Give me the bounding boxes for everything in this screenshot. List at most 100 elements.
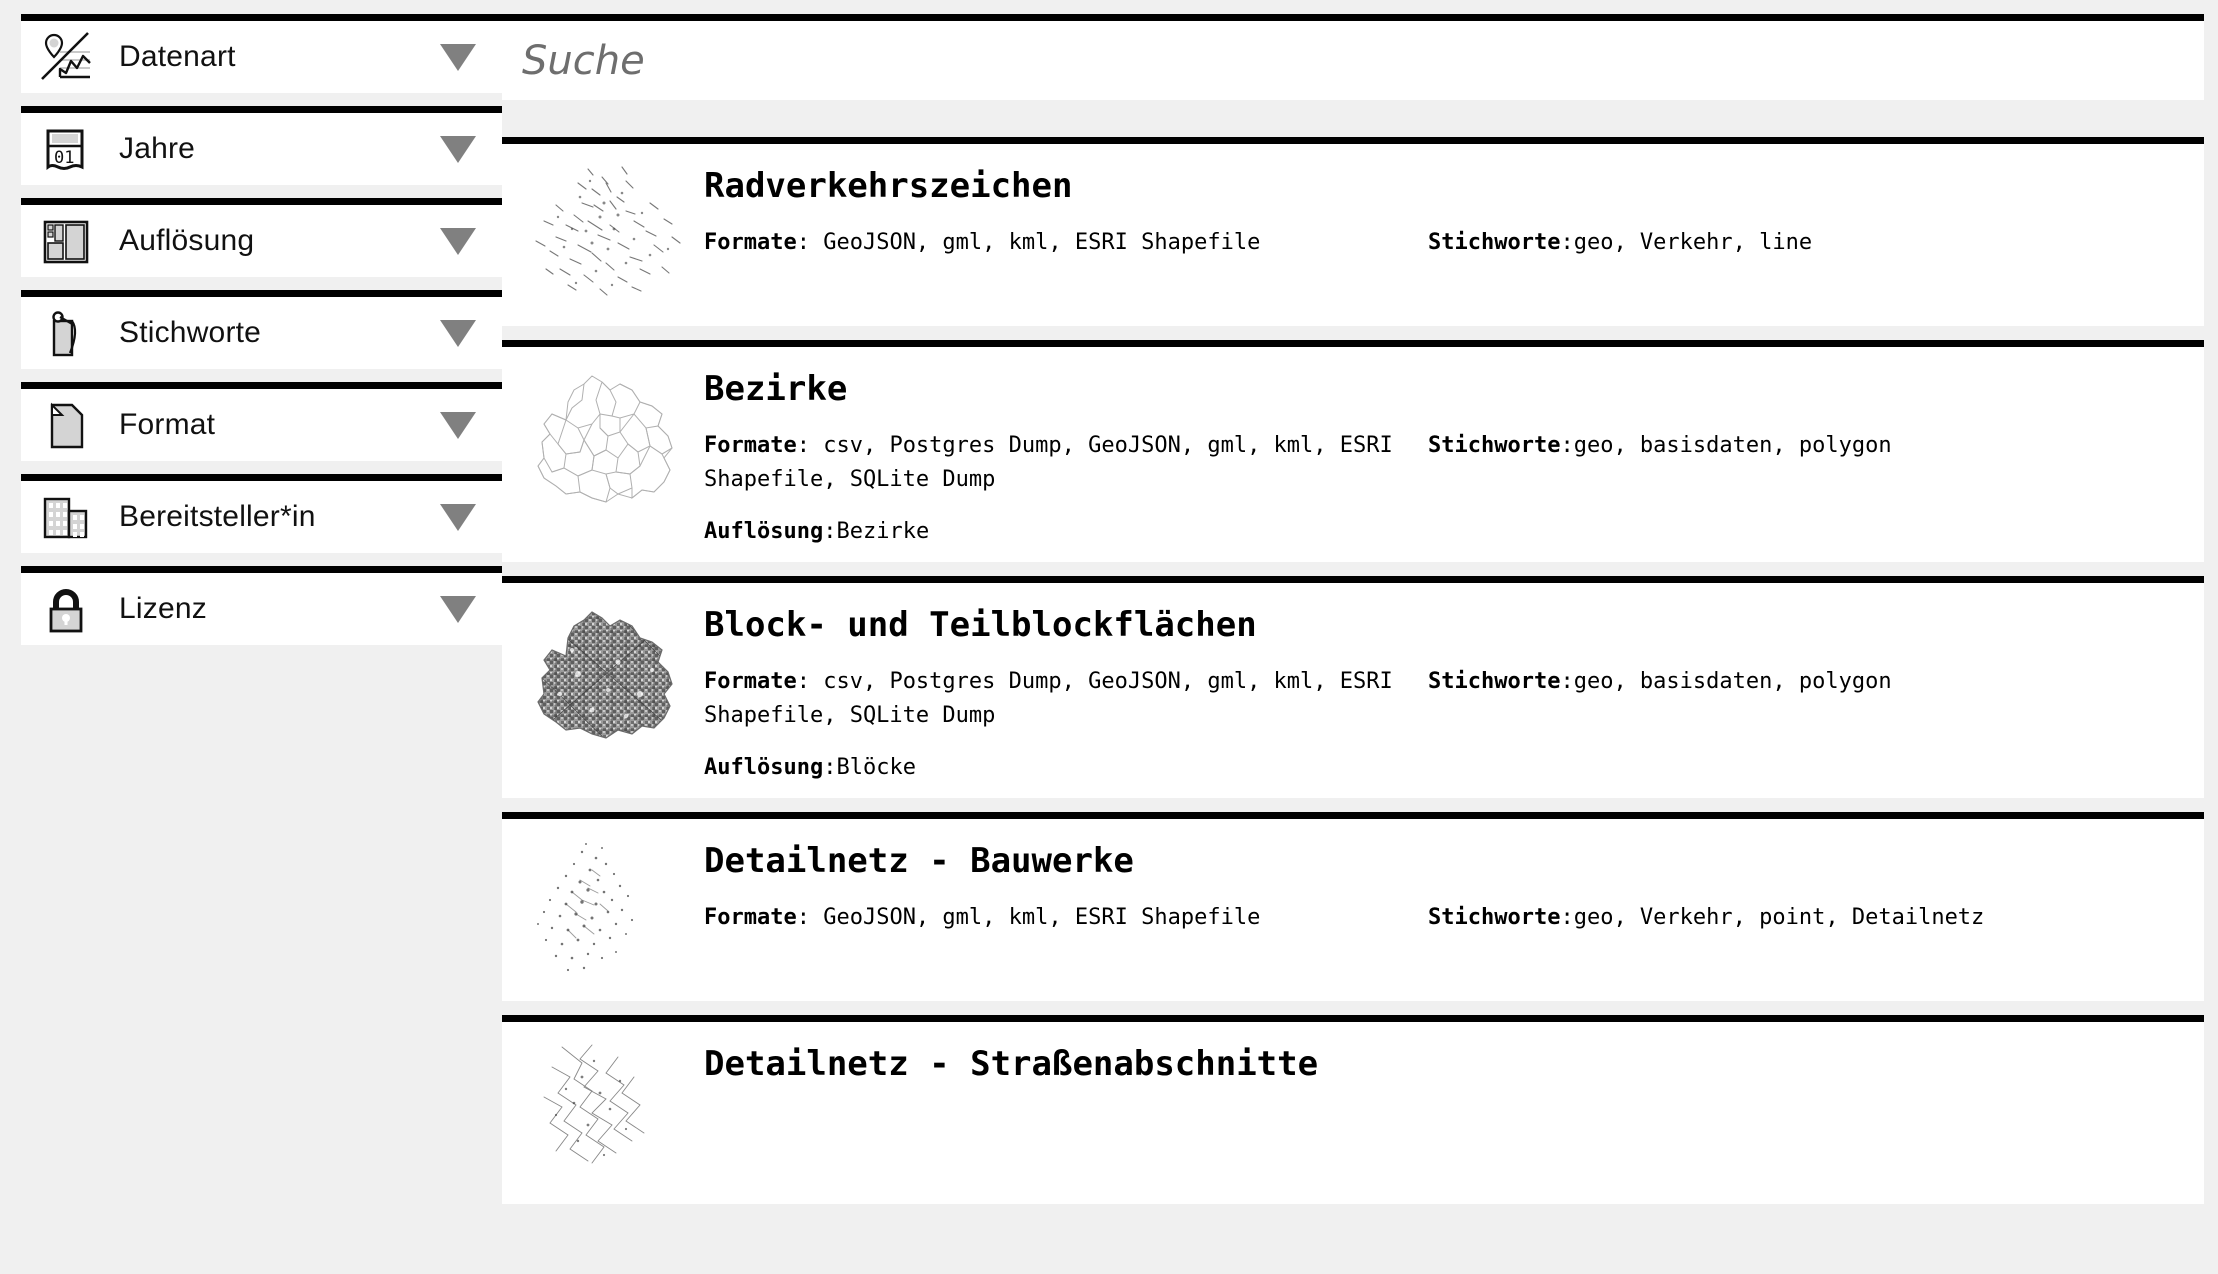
- document-icon: [35, 394, 97, 456]
- lock-icon: [35, 578, 97, 640]
- sidebar-item-label: Bereitsteller*in: [119, 500, 316, 533]
- formats-separator: :: [796, 433, 824, 458]
- result-meta-row: Formate: GeoJSON, gml, kml, ESRI Shapefi…: [704, 901, 2204, 935]
- formats-line: Formate: GeoJSON, gml, kml, ESRI Shapefi…: [704, 226, 1428, 260]
- result-body: Detailnetz - Bauwerke Formate: GeoJSON, …: [694, 833, 2204, 935]
- sidebar-item-stichworte[interactable]: Stichworte: [21, 290, 502, 369]
- tags-separator: :: [1560, 230, 1574, 255]
- sidebar-item-label: Stichworte: [119, 316, 262, 349]
- result-title: Block- und Teilblockflächen: [704, 605, 1257, 646]
- formats-column: Formate: GeoJSON, gml, kml, ESRI Shapefi…: [704, 226, 1428, 260]
- berlin-blocks-filled-thumbnail: [519, 597, 694, 747]
- main-panel: Radverkehrszeichen Formate: GeoJSON, gml…: [502, 0, 2218, 1218]
- result-card[interactable]: Radverkehrszeichen Formate: GeoJSON, gml…: [502, 137, 2204, 326]
- formats-line: Formate: csv, Postgres Dump, GeoJSON, gm…: [704, 429, 1428, 497]
- search-input[interactable]: [522, 37, 2204, 84]
- formats-label: Formate: [704, 905, 797, 931]
- scatter-points-map-thumbnail: [519, 833, 694, 983]
- chevron-down-icon[interactable]: [440, 43, 476, 71]
- formats-label: Formate: [704, 230, 797, 255]
- sidebar-item-datenart[interactable]: Datenart: [21, 14, 502, 93]
- result-body: Block- und Teilblockflächen Formate: csv…: [694, 597, 2204, 780]
- chevron-down-icon[interactable]: [440, 135, 476, 163]
- result-title: Detailnetz - Bauwerke: [704, 841, 1134, 882]
- result-meta-row: Formate: csv, Postgres Dump, GeoJSON, gm…: [704, 429, 2204, 497]
- formats-column: Formate: csv, Postgres Dump, GeoJSON, gm…: [704, 429, 1428, 497]
- grid-layout-icon: [35, 210, 97, 272]
- chevron-down-icon[interactable]: [440, 503, 476, 531]
- resolution-label: Auflösung: [704, 519, 824, 545]
- sidebar-item-label: Datenart: [119, 40, 236, 73]
- formats-label: Formate: [704, 669, 797, 695]
- calendar-icon: 01: [35, 118, 97, 180]
- search-bar[interactable]: [502, 14, 2204, 100]
- tags-line: Stichworte:geo, Verkehr, line: [1428, 226, 2204, 260]
- result-body: Bezirke Formate: csv, Postgres Dump, Geo…: [694, 361, 2204, 544]
- tags-column: Stichworte:geo, basisdaten, polygon: [1428, 429, 2204, 463]
- tags-label: Stichworte: [1428, 669, 1561, 695]
- formats-separator: :: [796, 669, 824, 695]
- tags-column: Stichworte:geo, basisdaten, polygon: [1428, 665, 2204, 699]
- formats-separator: :: [796, 905, 824, 931]
- result-card[interactable]: Bezirke Formate: csv, Postgres Dump, Geo…: [502, 340, 2204, 563]
- result-body: Radverkehrszeichen Formate: GeoJSON, gml…: [694, 158, 2204, 260]
- formats-column: Formate: GeoJSON, gml, kml, ESRI Shapefi…: [704, 901, 1428, 935]
- sidebar-item-label: Jahre: [119, 132, 196, 165]
- resolution-label: Auflösung: [704, 755, 824, 781]
- building-icon: [35, 486, 97, 548]
- tags-column: Stichworte:geo, Verkehr, point, Detailne…: [1428, 901, 2204, 935]
- result-title: Radverkehrszeichen: [704, 166, 1073, 206]
- berlin-districts-outline-thumbnail: [519, 361, 694, 511]
- formats-column: Formate: csv, Postgres Dump, GeoJSON, gm…: [704, 665, 1428, 733]
- result-title: Detailnetz - Straßenabschnitte: [704, 1044, 1319, 1085]
- tags-line: Stichworte:geo, Verkehr, point, Detailne…: [1428, 901, 2204, 935]
- formats-line: Formate: GeoJSON, gml, kml, ESRI Shapefi…: [704, 901, 1428, 935]
- resolution-value: Bezirke: [836, 519, 930, 545]
- scatter-lines-map-thumbnail: [519, 158, 694, 308]
- tags-value: geo, Verkehr, point, Detailnetz: [1573, 905, 1985, 931]
- map-pin-chart-icon: [35, 26, 97, 88]
- sidebar-item-lizenz[interactable]: Lizenz: [21, 566, 502, 645]
- tags-line: Stichworte:geo, basisdaten, polygon: [1428, 665, 2204, 699]
- sidebar-item-jahre[interactable]: 01 Jahre: [21, 106, 502, 185]
- result-meta-row: Formate: GeoJSON, gml, kml, ESRI Shapefi…: [704, 226, 2204, 260]
- sidebar-item-label: Format: [119, 408, 216, 441]
- formats-label: Formate: [704, 433, 797, 458]
- chevron-down-icon[interactable]: [440, 319, 476, 347]
- formats-value: GeoJSON, gml, kml, ESRI Shapefile: [823, 230, 1261, 255]
- result-card[interactable]: Detailnetz - Straßenabschnitte: [502, 1015, 2204, 1205]
- results-list: Radverkehrszeichen Formate: GeoJSON, gml…: [502, 137, 2204, 1205]
- result-title: Bezirke: [704, 369, 848, 409]
- resolution-value: Blöcke: [836, 755, 916, 781]
- tags-line: Stichworte:geo, basisdaten, polygon: [1428, 429, 2204, 463]
- filter-sidebar: Datenart 01 Jahre Auflösung Stichworte F…: [0, 0, 502, 658]
- sidebar-item-format[interactable]: Format: [21, 382, 502, 461]
- tags-label: Stichworte: [1428, 433, 1561, 458]
- result-card[interactable]: Block- und Teilblockflächen Formate: csv…: [502, 576, 2204, 799]
- chevron-down-icon[interactable]: [440, 595, 476, 623]
- tags-separator: :: [1560, 905, 1574, 931]
- tags-column: Stichworte:geo, Verkehr, line: [1428, 226, 2204, 260]
- street-network-map-thumbnail: [519, 1036, 694, 1186]
- resolution-line: Auflösung:Bezirke: [704, 519, 2204, 544]
- sidebar-item-label: Auflösung: [119, 224, 255, 257]
- sidebar-item-aufloesung[interactable]: Auflösung: [21, 198, 502, 277]
- tags-value: geo, basisdaten, polygon: [1573, 433, 1892, 458]
- formats-separator: :: [796, 230, 824, 255]
- tag-icon: [35, 302, 97, 364]
- result-body: Detailnetz - Straßenabschnitte: [694, 1036, 2204, 1104]
- tags-value: geo, Verkehr, line: [1573, 230, 1813, 255]
- tags-label: Stichworte: [1428, 230, 1561, 255]
- result-meta-row: Formate: csv, Postgres Dump, GeoJSON, gm…: [704, 665, 2204, 733]
- result-card[interactable]: Detailnetz - Bauwerke Formate: GeoJSON, …: [502, 812, 2204, 1002]
- chevron-down-icon[interactable]: [440, 227, 476, 255]
- resolution-separator: :: [823, 519, 837, 545]
- tags-value: geo, basisdaten, polygon: [1573, 669, 1892, 695]
- sidebar-item-label: Lizenz: [119, 592, 207, 625]
- resolution-separator: :: [823, 755, 837, 781]
- sidebar-item-bereitsteller[interactable]: Bereitsteller*in: [21, 474, 502, 553]
- tags-separator: :: [1560, 433, 1574, 458]
- formats-value: GeoJSON, gml, kml, ESRI Shapefile: [823, 905, 1261, 931]
- open-data-portal: Datenart 01 Jahre Auflösung Stichworte F…: [0, 0, 2218, 1274]
- chevron-down-icon[interactable]: [440, 411, 476, 439]
